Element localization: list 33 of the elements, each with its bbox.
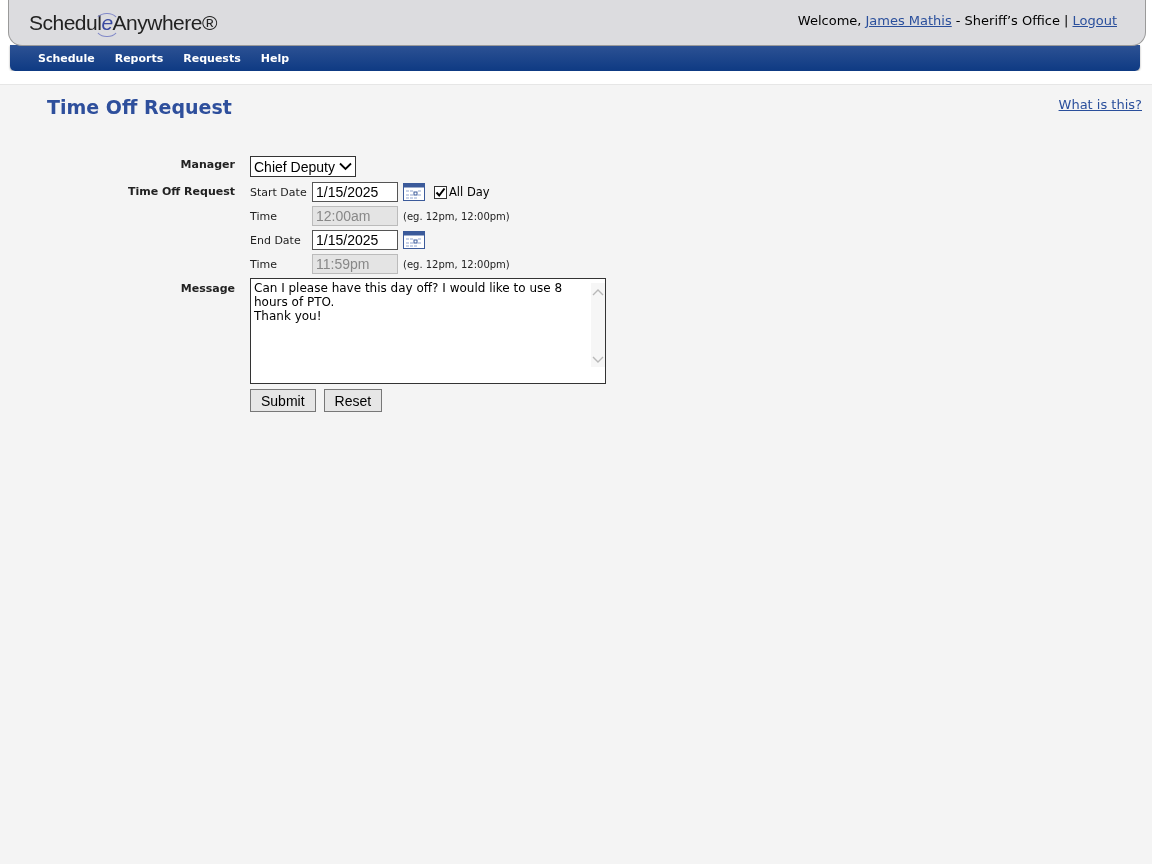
welcome-text: Welcome, [797,12,862,28]
what-is-this-link[interactable]: What is this? [1058,97,1142,112]
field-label: Time [250,209,278,223]
nav-link[interactable]: Requests [173,51,251,65]
field-label: Time Off Request [126,184,235,198]
logo-text: Schedul [29,10,102,35]
organization-text: - Sheriff’s Office | [955,12,1069,28]
date-input[interactable]: 1/15/2025 [312,230,398,250]
checkbox[interactable] [434,185,447,199]
format-hint: (eg. 12pm, 12:00pm) [403,210,510,222]
caret-icon[interactable] [338,162,352,171]
nav-link[interactable]: Reports [104,51,174,65]
all-day-checkbox[interactable]: All Day [434,185,490,199]
field-label: End Date [250,233,302,247]
logo-text: Anywhere® [112,10,217,35]
message-field[interactable]: Can I please have this day off? I would like to use 8 hours of PTO. Thank you! [250,278,606,384]
scrollbar-icon[interactable] [591,283,605,367]
page-title: Time Off Request [47,96,232,118]
nav-link[interactable]: Schedule [28,51,105,65]
user-link[interactable]: James Mathis [865,12,952,28]
calendar-icon[interactable] [403,231,425,249]
reset-button[interactable]: Reset [323,389,383,412]
manager-dropdown[interactable]: Chief Deputy [250,156,356,177]
field-label: Message [179,281,235,295]
date-input[interactable]: 1/15/2025 [312,182,398,202]
field-label: Time [250,257,278,271]
field-label: Manager [179,157,235,171]
nav-link[interactable]: Help [250,51,300,65]
format-hint: (eg. 12pm, 12:00pm) [403,258,510,270]
logout-link[interactable]: Logout [1072,12,1117,28]
field-label: Start Date [250,185,308,199]
submit-button[interactable]: Submit [250,389,316,412]
calendar-icon[interactable] [403,183,425,201]
